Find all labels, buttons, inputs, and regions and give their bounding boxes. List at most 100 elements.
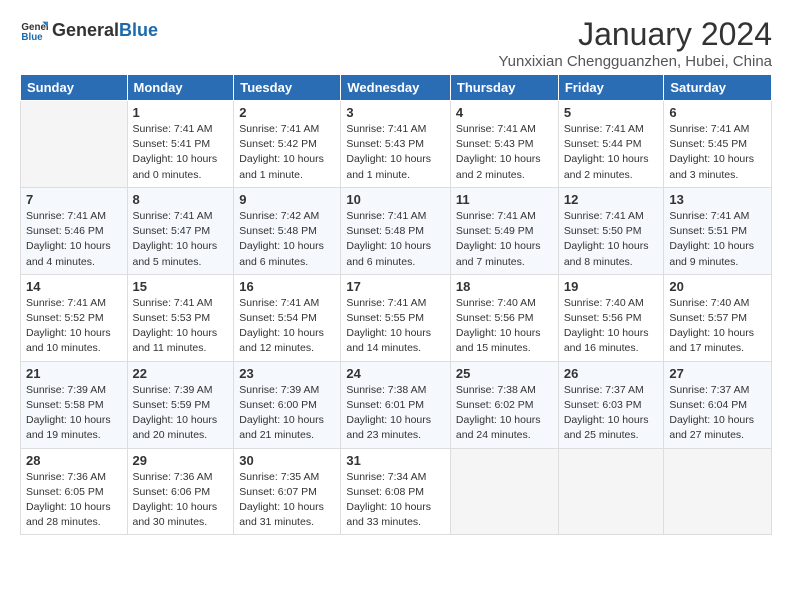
calendar-cell: 30 Sunrise: 7:35 AMSunset: 6:07 PMDayligh… bbox=[234, 448, 341, 535]
day-info: Sunrise: 7:41 AMSunset: 5:43 PMDaylight:… bbox=[346, 122, 445, 183]
svg-text:Blue: Blue bbox=[21, 32, 43, 43]
day-info: Sunrise: 7:38 AMSunset: 6:01 PMDaylight:… bbox=[346, 383, 445, 444]
day-number: 9 bbox=[239, 192, 335, 207]
day-info: Sunrise: 7:42 AMSunset: 5:48 PMDaylight:… bbox=[239, 209, 335, 270]
day-info: Sunrise: 7:39 AMSunset: 5:58 PMDaylight:… bbox=[26, 383, 122, 444]
logo-icon: General Blue bbox=[20, 16, 48, 44]
calendar-table: SundayMondayTuesdayWednesdayThursdayFrid… bbox=[20, 74, 772, 535]
calendar-cell: 11Sunrise: 7:41 AMSunset: 5:49 PMDayligh… bbox=[450, 187, 558, 274]
col-header-thursday: Thursday bbox=[450, 75, 558, 101]
col-header-friday: Friday bbox=[558, 75, 664, 101]
title-block: January 2024 Yunxixian Chengguanzhen, Hu… bbox=[498, 16, 772, 70]
page-header: General Blue GeneralBlue January 2024 Yu… bbox=[20, 16, 772, 70]
day-info: Sunrise: 7:36 AMSunset: 6:06 PMDaylight:… bbox=[133, 470, 229, 531]
day-info: Sunrise: 7:38 AMSunset: 6:02 PMDaylight:… bbox=[456, 383, 553, 444]
logo-text-blue: Blue bbox=[119, 20, 158, 41]
calendar-cell: 17 Sunrise: 7:41 AMSunset: 5:55 PMDayligh… bbox=[341, 274, 451, 361]
day-info: Sunrise: 7:41 AMSunset: 5:47 PMDaylight:… bbox=[133, 209, 229, 270]
calendar-cell: 14 Sunrise: 7:41 AMSunset: 5:52 PMDayligh… bbox=[21, 274, 128, 361]
calendar-cell: 29 Sunrise: 7:36 AMSunset: 6:06 PMDayligh… bbox=[127, 448, 234, 535]
day-info: Sunrise: 7:41 AMSunset: 5:55 PMDaylight:… bbox=[346, 296, 445, 357]
calendar-cell: 1Sunrise: 7:41 AMSunset: 5:41 PMDaylight… bbox=[127, 101, 234, 188]
day-info: Sunrise: 7:41 AMSunset: 5:52 PMDaylight:… bbox=[26, 296, 122, 357]
day-number: 4 bbox=[456, 105, 553, 120]
day-number: 3 bbox=[346, 105, 445, 120]
day-info: Sunrise: 7:41 AMSunset: 5:53 PMDaylight:… bbox=[133, 296, 229, 357]
calendar-cell: 12 Sunrise: 7:41 AMSunset: 5:50 PMDayligh… bbox=[558, 187, 664, 274]
calendar-cell: 24 Sunrise: 7:38 AMSunset: 6:01 PMDayligh… bbox=[341, 361, 451, 448]
month-title: January 2024 bbox=[498, 16, 772, 53]
day-number: 31 bbox=[346, 453, 445, 468]
day-info: Sunrise: 7:34 AMSunset: 6:08 PMDaylight:… bbox=[346, 470, 445, 531]
calendar-cell: 25 Sunrise: 7:38 AMSunset: 6:02 PMDayligh… bbox=[450, 361, 558, 448]
day-number: 18 bbox=[456, 279, 553, 294]
calendar-cell bbox=[664, 448, 772, 535]
col-header-monday: Monday bbox=[127, 75, 234, 101]
day-number: 2 bbox=[239, 105, 335, 120]
day-number: 14 bbox=[26, 279, 122, 294]
day-info: Sunrise: 7:36 AMSunset: 6:05 PMDaylight:… bbox=[26, 470, 122, 531]
day-number: 6 bbox=[669, 105, 766, 120]
calendar-cell: 26 Sunrise: 7:37 AMSunset: 6:03 PMDayligh… bbox=[558, 361, 664, 448]
day-info: Sunrise: 7:41 AMSunset: 5:41 PMDaylight:… bbox=[133, 122, 229, 183]
day-number: 30 bbox=[239, 453, 335, 468]
calendar-cell: 5 Sunrise: 7:41 AMSunset: 5:44 PMDaylight… bbox=[558, 101, 664, 188]
calendar-cell: 21Sunrise: 7:39 AMSunset: 5:58 PMDayligh… bbox=[21, 361, 128, 448]
day-number: 17 bbox=[346, 279, 445, 294]
day-number: 28 bbox=[26, 453, 122, 468]
calendar-cell: 7Sunrise: 7:41 AMSunset: 5:46 PMDaylight… bbox=[21, 187, 128, 274]
calendar-cell: 20Sunrise: 7:40 AMSunset: 5:57 PMDayligh… bbox=[664, 274, 772, 361]
calendar-cell bbox=[558, 448, 664, 535]
calendar-cell: 10Sunrise: 7:41 AMSunset: 5:48 PMDayligh… bbox=[341, 187, 451, 274]
day-info: Sunrise: 7:37 AMSunset: 6:04 PMDaylight:… bbox=[669, 383, 766, 444]
day-number: 26 bbox=[564, 366, 659, 381]
day-number: 11 bbox=[456, 192, 553, 207]
location: Yunxixian Chengguanzhen, Hubei, China bbox=[498, 53, 772, 70]
day-number: 8 bbox=[133, 192, 229, 207]
calendar-cell: 19 Sunrise: 7:40 AMSunset: 5:56 PMDayligh… bbox=[558, 274, 664, 361]
day-info: Sunrise: 7:40 AMSunset: 5:56 PMDaylight:… bbox=[456, 296, 553, 357]
day-info: Sunrise: 7:41 AMSunset: 5:51 PMDaylight:… bbox=[669, 209, 766, 270]
day-info: Sunrise: 7:41 AMSunset: 5:42 PMDaylight:… bbox=[239, 122, 335, 183]
day-info: Sunrise: 7:41 AMSunset: 5:48 PMDaylight:… bbox=[346, 209, 445, 270]
calendar-cell: 8 Sunrise: 7:41 AMSunset: 5:47 PMDaylight… bbox=[127, 187, 234, 274]
calendar-cell: 15 Sunrise: 7:41 AMSunset: 5:53 PMDayligh… bbox=[127, 274, 234, 361]
day-number: 24 bbox=[346, 366, 445, 381]
day-info: Sunrise: 7:35 AMSunset: 6:07 PMDaylight:… bbox=[239, 470, 335, 531]
day-info: Sunrise: 7:40 AMSunset: 5:56 PMDaylight:… bbox=[564, 296, 659, 357]
calendar-cell: 18 Sunrise: 7:40 AMSunset: 5:56 PMDayligh… bbox=[450, 274, 558, 361]
day-number: 5 bbox=[564, 105, 659, 120]
calendar-cell: 16 Sunrise: 7:41 AMSunset: 5:54 PMDayligh… bbox=[234, 274, 341, 361]
day-number: 16 bbox=[239, 279, 335, 294]
day-info: Sunrise: 7:41 AMSunset: 5:54 PMDaylight:… bbox=[239, 296, 335, 357]
day-number: 7 bbox=[26, 192, 122, 207]
calendar-cell: 6 Sunrise: 7:41 AMSunset: 5:45 PMDaylight… bbox=[664, 101, 772, 188]
calendar-cell: 4 Sunrise: 7:41 AMSunset: 5:43 PMDaylight… bbox=[450, 101, 558, 188]
day-number: 22 bbox=[133, 366, 229, 381]
day-number: 19 bbox=[564, 279, 659, 294]
calendar-cell bbox=[21, 101, 128, 188]
col-header-wednesday: Wednesday bbox=[341, 75, 451, 101]
day-info: Sunrise: 7:40 AMSunset: 5:57 PMDaylight:… bbox=[669, 296, 766, 357]
day-number: 13 bbox=[669, 192, 766, 207]
day-number: 15 bbox=[133, 279, 229, 294]
day-number: 12 bbox=[564, 192, 659, 207]
day-number: 23 bbox=[239, 366, 335, 381]
calendar-cell: 2 Sunrise: 7:41 AMSunset: 5:42 PMDaylight… bbox=[234, 101, 341, 188]
calendar-cell: 13 Sunrise: 7:41 AMSunset: 5:51 PMDayligh… bbox=[664, 187, 772, 274]
day-number: 25 bbox=[456, 366, 553, 381]
calendar-cell bbox=[450, 448, 558, 535]
day-info: Sunrise: 7:37 AMSunset: 6:03 PMDaylight:… bbox=[564, 383, 659, 444]
col-header-tuesday: Tuesday bbox=[234, 75, 341, 101]
calendar-cell: 27Sunrise: 7:37 AMSunset: 6:04 PMDayligh… bbox=[664, 361, 772, 448]
day-info: Sunrise: 7:41 AMSunset: 5:43 PMDaylight:… bbox=[456, 122, 553, 183]
day-info: Sunrise: 7:41 AMSunset: 5:45 PMDaylight:… bbox=[669, 122, 766, 183]
day-info: Sunrise: 7:41 AMSunset: 5:44 PMDaylight:… bbox=[564, 122, 659, 183]
col-header-saturday: Saturday bbox=[664, 75, 772, 101]
calendar-cell: 3 Sunrise: 7:41 AMSunset: 5:43 PMDaylight… bbox=[341, 101, 451, 188]
day-info: Sunrise: 7:41 AMSunset: 5:50 PMDaylight:… bbox=[564, 209, 659, 270]
calendar-cell: 31 Sunrise: 7:34 AMSunset: 6:08 PMDayligh… bbox=[341, 448, 451, 535]
calendar-cell: 23Sunrise: 7:39 AMSunset: 6:00 PMDayligh… bbox=[234, 361, 341, 448]
day-number: 29 bbox=[133, 453, 229, 468]
logo-text-general: General bbox=[52, 20, 119, 41]
